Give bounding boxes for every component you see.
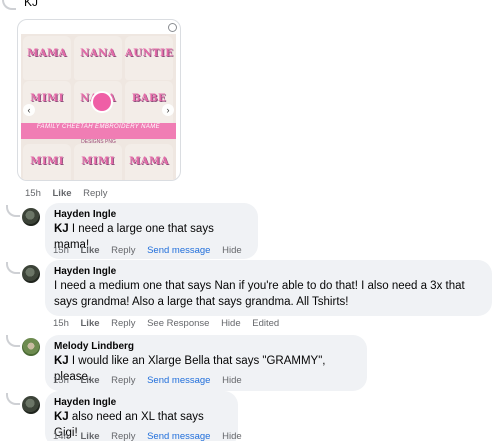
comment-author[interactable]: Melody Lindberg [54, 340, 358, 353]
image-subtitle: DESIGNS PNG [81, 139, 116, 145]
reply-button[interactable]: Reply [111, 375, 135, 386]
avatar[interactable] [22, 338, 40, 356]
hide-button[interactable]: Hide [221, 318, 241, 329]
mention-tag[interactable]: KJ [54, 411, 69, 423]
timestamp[interactable]: 15h [53, 318, 69, 329]
send-message-button[interactable]: Send message [147, 375, 210, 386]
comment-mention[interactable]: KJ [24, 0, 38, 9]
hide-button[interactable]: Hide [222, 431, 242, 441]
avatar[interactable] [22, 396, 40, 414]
like-button[interactable]: Like [81, 318, 100, 329]
shirt-mockup: MIMI [74, 144, 122, 180]
reply-button[interactable]: Reply [83, 188, 107, 199]
shirt-mockup: NANA [74, 36, 122, 80]
comment-author[interactable]: Hayden Ingle [54, 396, 229, 409]
image-banner: FAMILY CHEETAH EMBROIDERY NAME [21, 123, 176, 139]
reply-bubble: Hayden Ingle I need a medium one that sa… [45, 260, 492, 316]
like-button[interactable]: Like [53, 188, 72, 199]
chevron-right-icon[interactable]: › [162, 104, 174, 116]
hide-button[interactable]: Hide [222, 245, 242, 256]
attached-image-card[interactable]: MAMA NANA AUNTIE MIMI NANA BABE MIMI MIM… [17, 19, 181, 181]
timestamp[interactable]: 15h [53, 375, 69, 386]
hide-button[interactable]: Hide [222, 375, 242, 386]
shirt-mockup: AUNTIE [125, 36, 173, 80]
mention-tag[interactable]: KJ [54, 355, 69, 367]
options-icon[interactable] [168, 23, 177, 32]
comment-text-line: I need a medium one that says Nan if you… [54, 280, 465, 292]
reply-connector [6, 262, 20, 274]
like-button[interactable]: Like [81, 431, 100, 441]
comment-actions: 15h Like Reply See Response Hide Edited [53, 318, 288, 329]
reply-connector [6, 393, 20, 405]
shirt-mockup: BABE [125, 81, 173, 125]
reply-button[interactable]: Reply [111, 431, 135, 441]
send-message-button[interactable]: Send message [147, 245, 210, 256]
timestamp[interactable]: 15h [53, 245, 69, 256]
product-image[interactable]: MAMA NANA AUNTIE MIMI NANA BABE MIMI MIM… [21, 34, 176, 180]
thread-connector [2, 0, 16, 10]
shirt-mockup: MAMA [125, 144, 173, 180]
reply-button[interactable]: Reply [111, 245, 135, 256]
like-button[interactable]: Like [81, 375, 100, 386]
avatar[interactable] [22, 208, 40, 226]
comment-actions: 15h Like Reply Send message Hide [53, 375, 251, 386]
comment-actions: 15h Like Reply Send message Hide [53, 245, 251, 256]
like-button[interactable]: Like [81, 245, 100, 256]
timestamp[interactable]: 14h [53, 431, 69, 441]
shirt-mockup: MIMI [23, 81, 71, 125]
shirt-mockup: MAMA [23, 36, 71, 80]
shirt-mockup: MIMI [23, 144, 71, 180]
comment-author[interactable]: Hayden Ingle [54, 265, 483, 278]
see-response-button[interactable]: See Response [147, 318, 209, 329]
avatar[interactable] [22, 265, 40, 283]
chevron-left-icon[interactable]: ‹ [23, 104, 35, 116]
edited-label: Edited [252, 318, 280, 329]
reply-connector [6, 335, 20, 347]
reply-connector [6, 205, 20, 217]
comment-author[interactable]: Hayden Ingle [54, 208, 249, 221]
comment-actions: 15h Like Reply [25, 188, 116, 199]
comment-text-line: says grandma! Also a large that says gra… [54, 296, 349, 308]
mention-tag[interactable]: KJ [54, 223, 69, 235]
brand-logo [91, 91, 113, 113]
timestamp[interactable]: 15h [25, 188, 41, 199]
reply-button[interactable]: Reply [111, 318, 135, 329]
send-message-button[interactable]: Send message [147, 431, 210, 441]
comment-actions: 14h Like Reply Send message Hide [53, 431, 251, 441]
